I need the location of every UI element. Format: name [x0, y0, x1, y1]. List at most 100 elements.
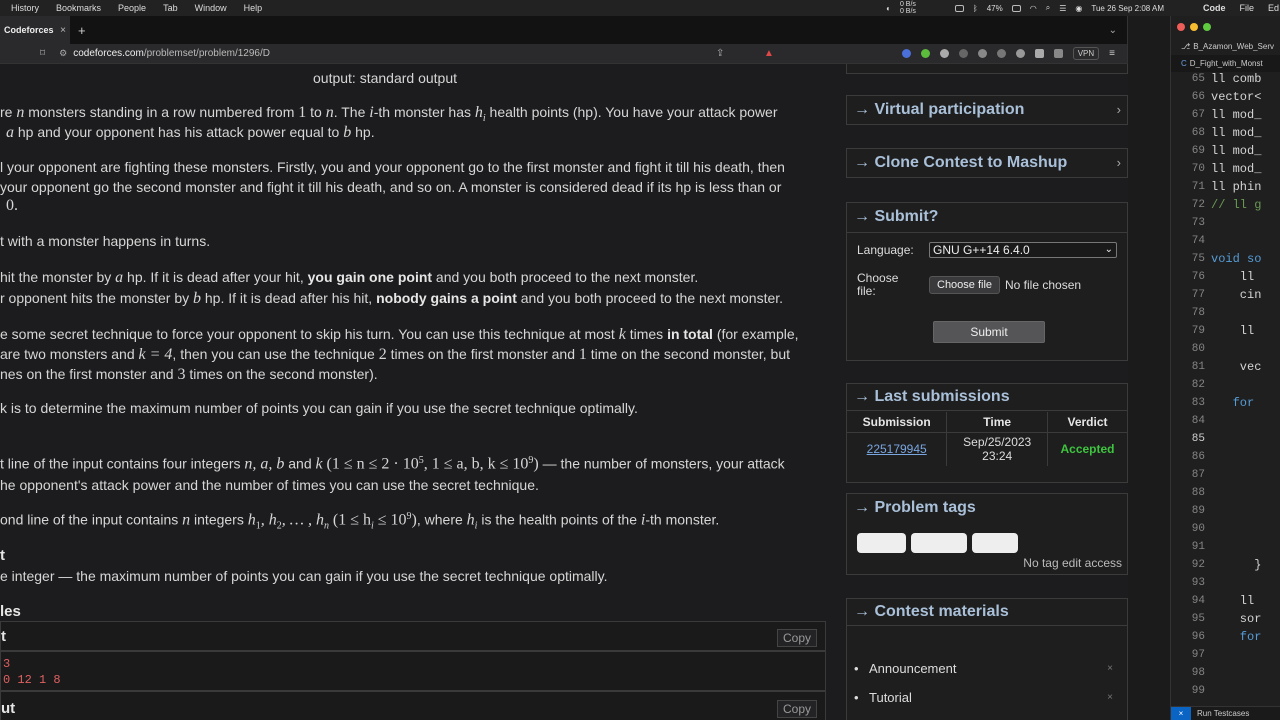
- code-line[interactable]: 92 }: [1171, 556, 1280, 574]
- virtual-participation-link[interactable]: → Virtual participation ›: [847, 96, 1127, 123]
- code-line[interactable]: 77 cin: [1171, 286, 1280, 304]
- chevron-down-icon[interactable]: ⌄: [1109, 25, 1117, 36]
- code-line[interactable]: 95 sor: [1171, 610, 1280, 628]
- control-center-icon[interactable]: ☰: [1059, 4, 1066, 13]
- rewards-triangle-icon[interactable]: ▲: [764, 48, 774, 59]
- code-line[interactable]: 74: [1171, 232, 1280, 250]
- new-tab-button[interactable]: +: [78, 23, 86, 38]
- code-line[interactable]: 84: [1171, 412, 1280, 430]
- share-icon[interactable]: ⇪: [716, 48, 724, 59]
- remote-icon[interactable]: ×: [1171, 706, 1191, 720]
- extension-icon-6[interactable]: [996, 49, 1006, 58]
- wifi-icon[interactable]: ◠: [1030, 4, 1037, 13]
- virtual-participation-box[interactable]: → Virtual participation ›: [846, 95, 1128, 125]
- vpn-button[interactable]: VPN: [1072, 47, 1100, 60]
- brave-shield-icon[interactable]: [740, 49, 749, 58]
- extension-icon-2[interactable]: [920, 49, 930, 58]
- clock[interactable]: Tue 26 Sep 2:08 AM: [1091, 4, 1164, 13]
- code-line[interactable]: 86: [1171, 448, 1280, 466]
- code-line[interactable]: 99: [1171, 682, 1280, 700]
- code-line[interactable]: 98: [1171, 664, 1280, 682]
- copy-output-button[interactable]: Copy: [776, 700, 817, 718]
- code-line[interactable]: 69 ll mod_: [1171, 142, 1280, 160]
- code-line[interactable]: 90: [1171, 520, 1280, 538]
- extension-icon-4[interactable]: [958, 49, 968, 58]
- code-line[interactable]: 82: [1171, 376, 1280, 394]
- code-line[interactable]: 65 ll comb: [1171, 70, 1280, 88]
- extension-icon-7[interactable]: [1015, 49, 1025, 58]
- tab-codeforces[interactable]: Codeforces ×: [0, 16, 70, 44]
- code-line[interactable]: 66 vector<: [1171, 88, 1280, 106]
- close-window-icon[interactable]: [1177, 23, 1185, 31]
- code-line[interactable]: 94 ll: [1171, 592, 1280, 610]
- submit-button[interactable]: Submit: [933, 321, 1045, 343]
- card-icon[interactable]: [954, 4, 964, 12]
- code-line[interactable]: 80: [1171, 340, 1280, 358]
- code-line[interactable]: 76 ll: [1171, 268, 1280, 286]
- siri-icon[interactable]: ◉: [1075, 4, 1082, 13]
- search-icon[interactable]: ⌕: [1046, 3, 1050, 13]
- menu-file[interactable]: File: [1240, 3, 1255, 13]
- code-line[interactable]: 72 // ll g: [1171, 196, 1280, 214]
- maximize-window-icon[interactable]: [1203, 23, 1211, 31]
- menu-window[interactable]: Window: [195, 3, 227, 13]
- code-line[interactable]: 96 for: [1171, 628, 1280, 646]
- code-line[interactable]: 79 ll: [1171, 322, 1280, 340]
- menu-help[interactable]: Help: [244, 3, 263, 13]
- menu-tab[interactable]: Tab: [163, 3, 178, 13]
- clone-contest-box[interactable]: → Clone Contest to Mashup ›: [846, 148, 1128, 178]
- settings-sliders-icon[interactable]: ⚙: [59, 48, 67, 59]
- sidebar-toggle-icon[interactable]: [1034, 49, 1044, 58]
- text: is the health points of the: [477, 511, 641, 528]
- code-line[interactable]: 97: [1171, 646, 1280, 664]
- tag-pill[interactable]: [911, 533, 967, 553]
- extension-icon-5[interactable]: [977, 49, 987, 58]
- line-number: 72: [1191, 199, 1205, 211]
- tag-pill[interactable]: [972, 533, 1018, 553]
- code-area[interactable]: 65 ll comb 66 vector< 67 ll mod_ 68 ll mod_ 69 ll…: [1171, 70, 1280, 700]
- menu-edit[interactable]: Ed: [1268, 3, 1279, 13]
- clone-contest-link[interactable]: → Clone Contest to Mashup ›: [847, 149, 1127, 176]
- menu-bookmarks[interactable]: Bookmarks: [56, 3, 101, 13]
- code-line[interactable]: 93: [1171, 574, 1280, 592]
- run-testcases-button[interactable]: Run Testcases: [1197, 709, 1249, 718]
- moon-icon[interactable]: ◐: [886, 4, 891, 13]
- menu-people[interactable]: People: [118, 3, 146, 13]
- minimize-window-icon[interactable]: [1190, 23, 1198, 31]
- close-icon[interactable]: ×: [1107, 692, 1113, 703]
- address-bar[interactable]: codeforces.com/problemset/problem/1296/D: [73, 48, 270, 59]
- code-line[interactable]: 91: [1171, 538, 1280, 556]
- submission-id-link[interactable]: 225179945: [867, 442, 927, 456]
- code-line[interactable]: 89: [1171, 502, 1280, 520]
- language-select[interactable]: GNU G++14 6.4.0 ⌄: [929, 242, 1117, 258]
- code-line[interactable]: 87: [1171, 466, 1280, 484]
- code-line[interactable]: 78: [1171, 304, 1280, 322]
- code-line[interactable]: 70 ll mod_: [1171, 160, 1280, 178]
- copy-input-button[interactable]: Copy: [776, 629, 817, 647]
- material-tutorial[interactable]: Tutorial: [854, 690, 912, 705]
- menu-code[interactable]: Code: [1203, 3, 1226, 13]
- close-icon[interactable]: ×: [1107, 663, 1113, 674]
- choose-file-button[interactable]: Choose file: [929, 276, 1001, 294]
- menu-icon[interactable]: ≡: [1109, 48, 1115, 59]
- code-line[interactable]: 81 vec: [1171, 358, 1280, 376]
- bluetooth-icon[interactable]: ᛒ: [973, 4, 978, 13]
- code-line[interactable]: 75 void so: [1171, 250, 1280, 268]
- tag-pill[interactable]: [857, 533, 906, 553]
- code-line[interactable]: 73: [1171, 214, 1280, 232]
- bookmark-icon[interactable]: ⌑: [40, 48, 45, 59]
- code-line[interactable]: 68 ll mod_: [1171, 124, 1280, 142]
- code-line[interactable]: 83 for: [1171, 394, 1280, 412]
- code-line[interactable]: 71 ll phin: [1171, 178, 1280, 196]
- tab-close-icon[interactable]: ×: [60, 25, 66, 36]
- code-line[interactable]: 85: [1171, 430, 1280, 448]
- battery-icon[interactable]: [1011, 4, 1021, 12]
- menu-history[interactable]: History: [11, 3, 39, 13]
- material-announcement[interactable]: Announcement: [854, 661, 957, 676]
- code-line[interactable]: 67 ll mod_: [1171, 106, 1280, 124]
- wallet-icon[interactable]: [1053, 49, 1063, 58]
- extension-icon-3[interactable]: [939, 49, 949, 58]
- editor-tab-azamon[interactable]: ⎇ B_Azamon_Web_Serv: [1171, 38, 1280, 55]
- extension-icon-1[interactable]: [901, 49, 911, 58]
- code-line[interactable]: 88: [1171, 484, 1280, 502]
